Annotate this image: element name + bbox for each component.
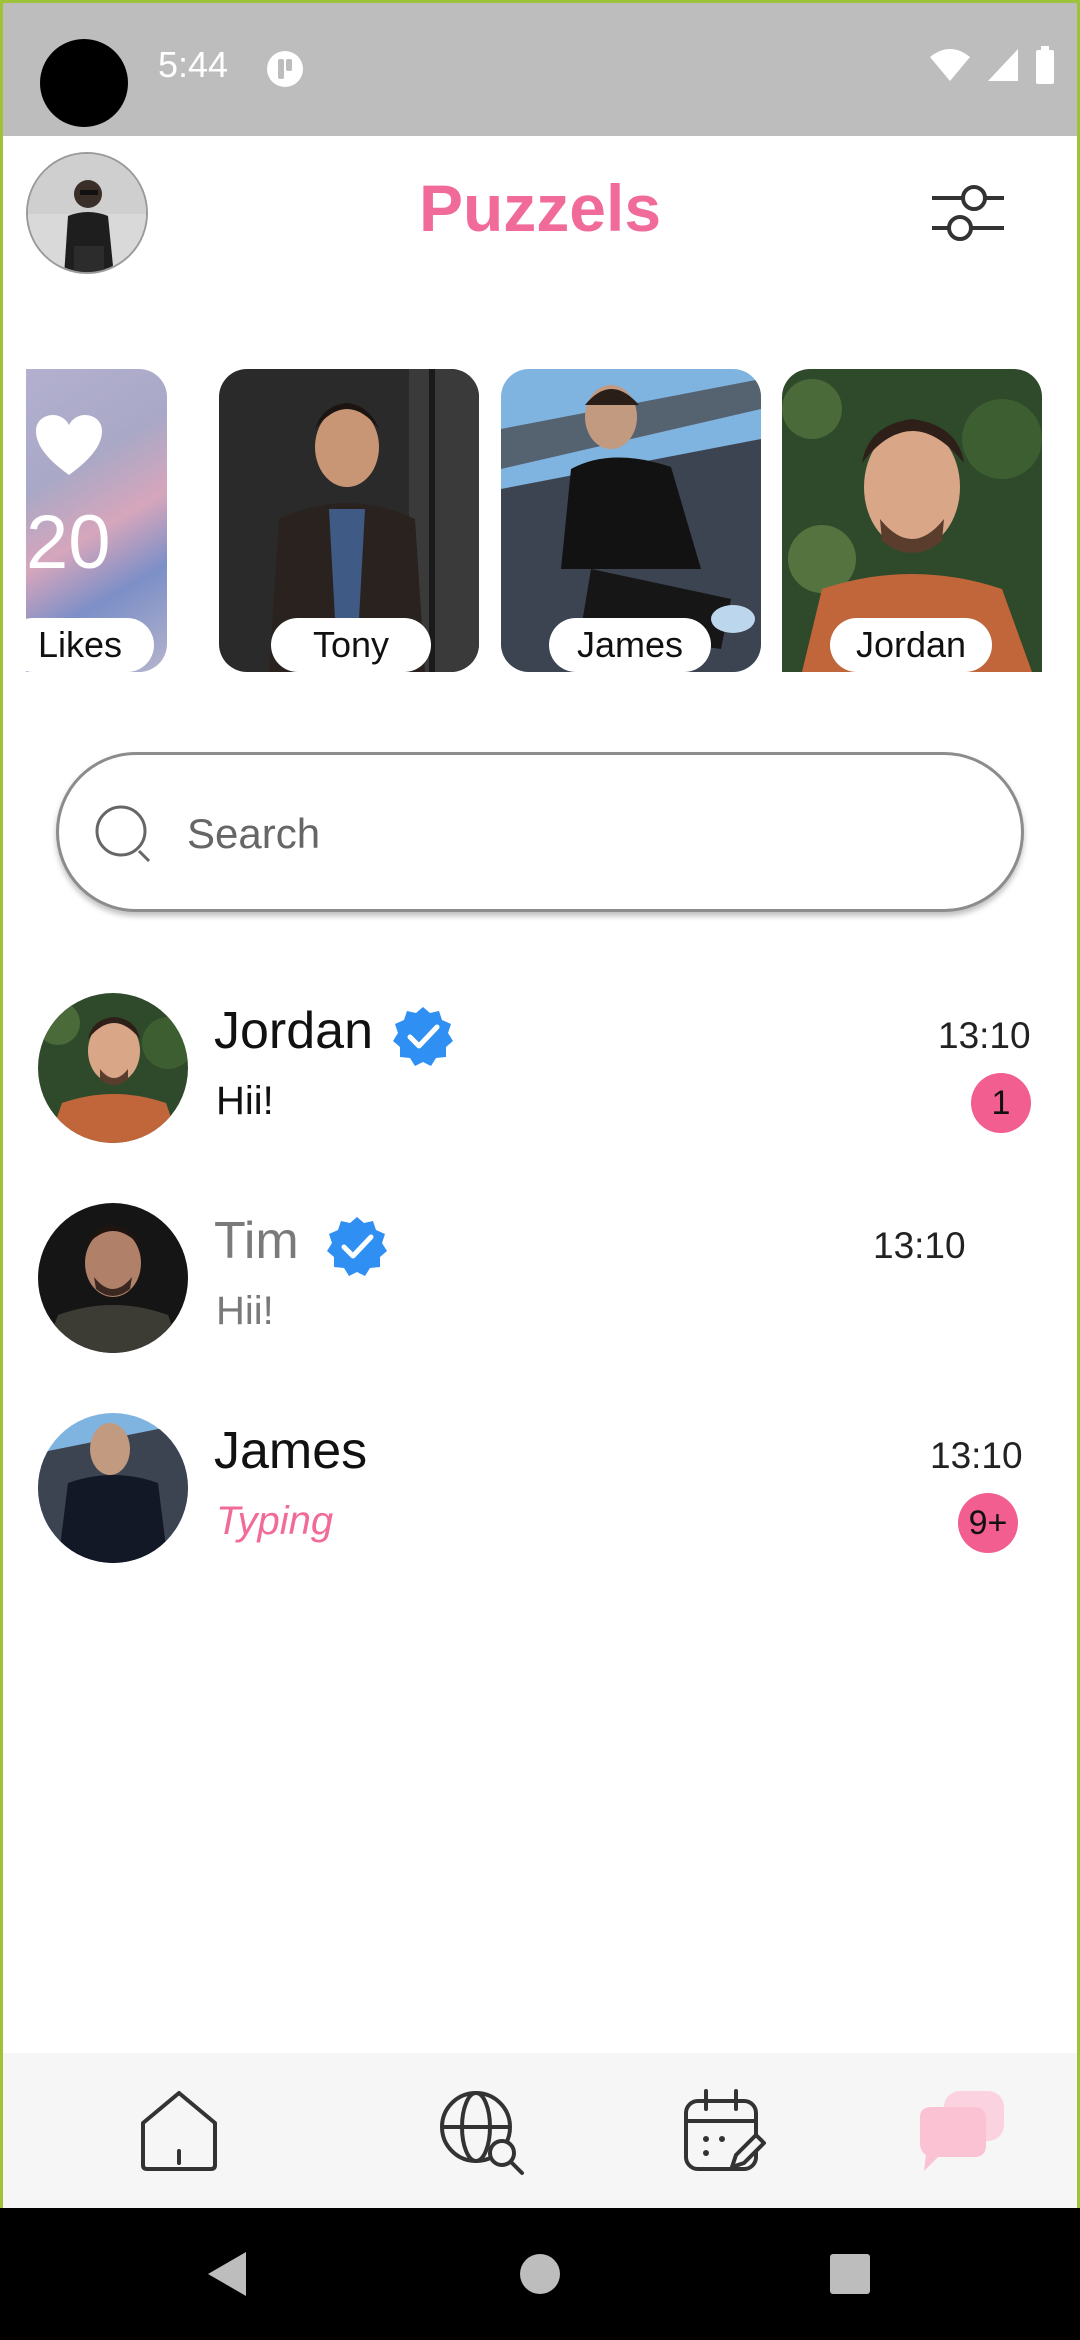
- search-bar[interactable]: [56, 752, 1024, 912]
- story-likes-card[interactable]: 20 Likes: [26, 369, 167, 672]
- signal-icon: [988, 49, 1018, 81]
- chat-last-message: Hii!: [216, 1079, 274, 1123]
- chat-row-james[interactable]: James Typing 13:10 9+: [0, 1413, 1080, 1573]
- avatar: [38, 1413, 188, 1563]
- camera-cutout: [40, 39, 128, 127]
- recents-square-icon: [830, 2254, 870, 2294]
- likes-label: Likes: [26, 618, 154, 672]
- calendar-edit-icon[interactable]: [676, 2083, 772, 2179]
- stories-carousel[interactable]: 20 Likes Tony James Jordan: [26, 369, 1054, 673]
- avatar-image: [38, 1413, 188, 1563]
- story-label-jordan: Jordan: [830, 618, 992, 672]
- wifi-icon: [930, 49, 970, 81]
- likes-count: 20: [26, 500, 111, 585]
- chat-name: Tim: [214, 1212, 299, 1270]
- home-icon[interactable]: [131, 2083, 227, 2179]
- chat-typing-indicator: Typing: [216, 1499, 334, 1543]
- battery-icon: [1036, 46, 1054, 84]
- avatar-image: [38, 1203, 188, 1353]
- status-bar: 5:44: [0, 0, 1080, 136]
- verified-badge-icon: [393, 1007, 453, 1066]
- app-title: Puzzels: [418, 171, 662, 245]
- globe-search-icon[interactable]: [434, 2083, 530, 2179]
- back-button[interactable]: [166, 2208, 286, 2340]
- system-navigation-bar: [0, 2208, 1080, 2340]
- chat-bubbles-icon[interactable]: [914, 2083, 1010, 2179]
- bottom-navigation: [0, 2053, 1080, 2208]
- recents-button[interactable]: [790, 2208, 910, 2340]
- status-time: 5:44: [158, 44, 229, 85]
- status-indicators: [928, 46, 1056, 84]
- story-card-tony[interactable]: Tony: [219, 369, 479, 672]
- chat-name: James: [214, 1422, 368, 1480]
- avatar: [38, 993, 188, 1143]
- chat-time: 13:10: [930, 1435, 1023, 1476]
- story-label-tony: Tony: [271, 618, 431, 672]
- verified-badge-icon: [327, 1217, 387, 1276]
- home-circle-icon: [520, 2254, 560, 2294]
- app-notification-icon: [267, 51, 303, 87]
- chat-row-jordan[interactable]: Jordan Hii! 13:10 1: [0, 993, 1080, 1153]
- avatar: [38, 1203, 188, 1353]
- unread-badge: 9+: [958, 1493, 1018, 1553]
- chat-row-tim[interactable]: Tim Hii! 13:10: [0, 1203, 1080, 1363]
- story-card-james[interactable]: James: [501, 369, 761, 672]
- chat-time: 13:10: [938, 1015, 1031, 1056]
- filter-settings-icon[interactable]: [930, 178, 1006, 248]
- back-triangle-icon: [208, 2252, 246, 2296]
- home-button[interactable]: [480, 2208, 600, 2340]
- search-input[interactable]: [187, 799, 987, 869]
- story-card-jordan[interactable]: Jordan: [782, 369, 1042, 672]
- story-label-james: James: [549, 618, 711, 672]
- unread-badge: 1: [971, 1073, 1031, 1133]
- chat-name: Jordan: [214, 1002, 373, 1060]
- search-icon: [95, 805, 151, 863]
- avatar-image: [38, 993, 188, 1143]
- heart-icon: [36, 415, 102, 475]
- chat-time: 13:10: [873, 1225, 966, 1266]
- chat-last-message: Hii!: [216, 1289, 274, 1333]
